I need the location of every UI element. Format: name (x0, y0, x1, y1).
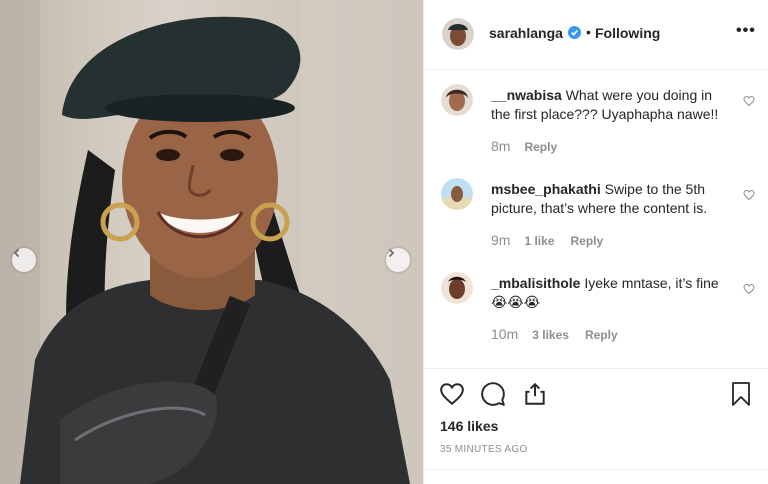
comment-button[interactable] (480, 381, 506, 412)
commenter-username[interactable]: msbee_phakathi (491, 181, 601, 197)
previous-photo-button[interactable] (12, 248, 36, 272)
comment-text-block: msbee_phakathi Swipe to the 5th picture,… (491, 180, 731, 218)
comment-item: _mbalisithole Iyeke mntase, it’s fine 😭😭… (424, 260, 768, 354)
author-username[interactable]: sarahlanga (489, 25, 563, 41)
share-icon (525, 382, 545, 405)
more-options-icon[interactable]: ••• (736, 22, 756, 40)
separator-dot: • (586, 24, 591, 40)
comment-time[interactable]: 8m (491, 138, 510, 154)
comment-time[interactable]: 9m (491, 232, 510, 248)
post-photo[interactable] (0, 0, 423, 484)
post-actions: 146 likes 35 MINUTES AGO (424, 368, 768, 484)
comment-text-block: _mbalisithole Iyeke mntase, it’s fine 😭😭… (491, 274, 731, 312)
comment-likes[interactable]: 1 like (524, 234, 554, 248)
following-button[interactable]: Following (595, 25, 660, 41)
commenter-avatar[interactable] (441, 84, 473, 116)
next-photo-button[interactable] (386, 248, 410, 272)
commenter-username[interactable]: _mbalisithole (491, 275, 580, 291)
post-timestamp: 35 MINUTES AGO (440, 444, 528, 455)
bookmark-icon (732, 382, 750, 406)
commenter-avatar[interactable] (441, 178, 473, 210)
heart-icon[interactable] (743, 282, 755, 300)
comment-meta: 8m Reply (491, 138, 557, 154)
reply-button[interactable]: Reply (585, 328, 618, 342)
comment-meta: 9m 1 like Reply (491, 232, 603, 248)
save-button[interactable] (729, 381, 753, 412)
comment-likes[interactable]: 3 likes (532, 328, 569, 342)
portrait-illustration (0, 0, 423, 484)
author-avatar[interactable] (442, 18, 474, 50)
comment-text-block: __nwabisa What were you doing in the fir… (491, 86, 731, 124)
likes-count[interactable]: 146 likes (440, 418, 498, 434)
heart-icon[interactable] (743, 188, 755, 206)
comment-bubble-icon (481, 382, 505, 406)
post-dialog: sarahlanga • Following ••• __nwabisa Wha… (0, 0, 768, 484)
divider (424, 469, 768, 470)
like-button[interactable] (439, 381, 465, 412)
comment-item: msbee_phakathi Swipe to the 5th picture,… (424, 166, 768, 260)
heart-icon (440, 383, 464, 406)
heart-icon[interactable] (743, 94, 755, 112)
comment-meta: 10m 3 likes Reply (491, 326, 618, 342)
commenter-avatar[interactable] (441, 272, 473, 304)
reply-button[interactable]: Reply (524, 140, 557, 154)
commenter-username[interactable]: __nwabisa (491, 87, 562, 103)
verified-badge-icon (568, 26, 581, 44)
share-button[interactable] (522, 381, 548, 412)
comment-time[interactable]: 10m (491, 326, 518, 342)
reply-button[interactable]: Reply (570, 234, 603, 248)
post-sidebar: sarahlanga • Following ••• __nwabisa Wha… (423, 0, 768, 484)
post-header: sarahlanga • Following ••• (424, 0, 768, 70)
comment-item: __nwabisa What were you doing in the fir… (424, 72, 768, 166)
